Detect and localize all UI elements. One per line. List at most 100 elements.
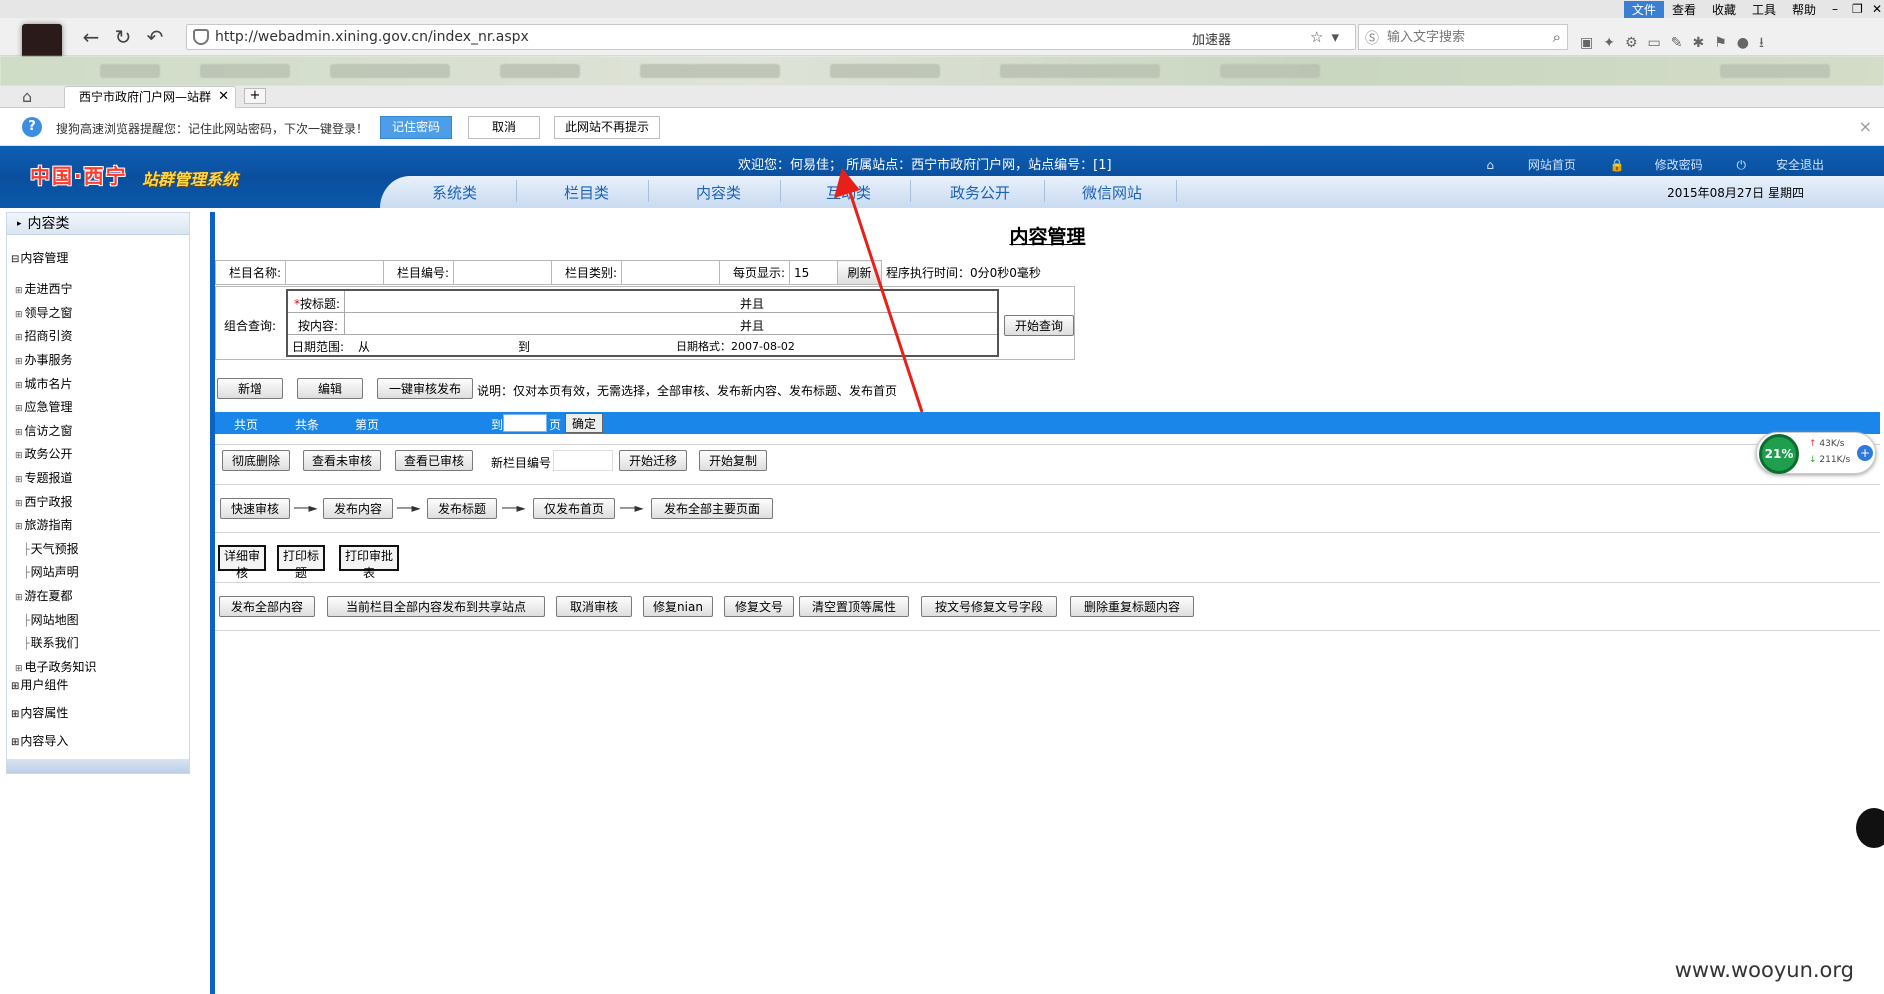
sidebar-group-user-components[interactable]: 用户组件 [11,676,68,693]
menu-column[interactable]: 栏目类 [564,182,609,203]
menu-content[interactable]: 内容类 [696,182,741,203]
remember-password-button[interactable]: 记住密码 [380,116,452,139]
menu-wechat[interactable]: 微信网站 [1082,182,1142,203]
sidebar-title[interactable]: 内容类 [7,213,189,235]
new-col-id-input[interactable] [553,450,613,471]
menu-favorites[interactable]: 收藏 [1704,1,1744,18]
bookmark-item[interactable] [100,64,160,78]
search-box[interactable]: Ⓢ ⌕ [1358,24,1568,50]
search-engine-icon[interactable]: Ⓢ [1365,28,1379,48]
menu-system[interactable]: 系统类 [432,182,477,203]
add-button[interactable]: 新增 [217,378,283,399]
menu-tools[interactable]: 工具 [1744,1,1784,18]
refresh-button[interactable]: 刷新 [837,260,882,285]
sidebar-item[interactable]: 应急管理 [15,398,73,415]
date-to-input[interactable] [534,337,654,353]
fix-doc-number-button[interactable]: 修复文号 [724,596,794,617]
start-move-button[interactable]: 开始迁移 [619,450,687,471]
search-icon[interactable]: ⌕ [1553,28,1561,46]
detailed-review-button[interactable]: 详细审核 [218,545,266,580]
close-prompt-icon[interactable]: × [1859,117,1872,136]
bookmark-item[interactable] [830,64,940,78]
by-content-input[interactable] [344,313,997,334]
bookmark-item[interactable] [1000,64,1160,78]
clear-pin-attrs-button[interactable]: 清空置顶等属性 [799,596,909,617]
address-bar[interactable]: http://webadmin.xining.gov.cn/index_nr.a… [186,24,1356,50]
fix-nian-button[interactable]: 修复nian [643,596,713,617]
goto-page-input[interactable] [503,414,547,432]
by-title-input[interactable] [344,291,997,312]
reload-icon[interactable]: ↻ [112,26,134,48]
sidebar-item[interactable]: 旅游指南 [15,516,73,533]
publish-titles-button[interactable]: 发布标题 [427,498,497,519]
edit-button[interactable]: 编辑 [297,378,363,399]
fix-doc-field-button[interactable]: 按文号修复文号字段 [921,596,1057,617]
back-icon[interactable]: ← [80,26,102,48]
logout-link[interactable]: ⏻ 安全退出 [1736,158,1824,172]
menu-file[interactable]: 文件 [1623,0,1664,18]
bookmark-item[interactable] [640,64,780,78]
accelerator-label[interactable]: 加速器 [1192,29,1231,48]
bookmark-item[interactable] [200,64,290,78]
sidebar-item[interactable]: 信访之窗 [15,422,73,439]
print-approval-button[interactable]: 打印审批表 [339,545,399,580]
bookmark-item[interactable] [1220,64,1320,78]
undo-icon[interactable]: ↶ [144,26,166,48]
cancel-password-button[interactable]: 取消 [468,116,540,139]
menu-interaction[interactable]: 互动类 [826,182,871,203]
menu-gov-affairs[interactable]: 政务公开 [950,182,1010,203]
one-click-review-button[interactable]: 一键审核发布 [377,378,473,399]
restore-icon[interactable]: ❐ [1844,2,1864,16]
view-reviewed-button[interactable]: 查看已审核 [395,450,473,471]
sidebar-item[interactable]: 招商引资 [15,327,73,344]
col-type-input[interactable] [621,260,720,285]
floating-badge-icon[interactable] [1856,808,1884,848]
delete-duplicates-button[interactable]: 删除重复标题内容 [1070,596,1194,617]
close-window-icon[interactable]: ✕ [1864,2,1884,16]
sidebar-group-content-attributes[interactable]: 内容属性 [11,704,68,721]
tab-active[interactable]: 西宁市政府门户网—站群 ✕ [64,86,236,108]
bookmark-item[interactable] [330,64,450,78]
date-from-input[interactable] [370,337,520,353]
col-name-input[interactable] [285,260,384,285]
site-home-link[interactable]: ⌂ 网站首页 [1486,158,1575,172]
cancel-review-button[interactable]: 取消审核 [556,596,632,617]
sidebar-item[interactable]: 游在夏都 [15,587,73,604]
never-prompt-button[interactable]: 此网站不再提示 [554,116,660,139]
sidebar-item[interactable]: 专题报道 [15,469,73,486]
minimize-icon[interactable]: – [1824,2,1844,16]
new-tab-button[interactable]: + [244,88,266,104]
bookmark-item[interactable] [500,64,580,78]
sidebar-item[interactable]: 网站声明 [23,563,79,580]
per-page-input[interactable]: 15 [789,260,838,285]
star-icon[interactable]: ☆▾ [1310,28,1347,46]
menu-view[interactable]: 查看 [1664,1,1704,18]
sidebar-item[interactable]: 城市名片 [15,375,73,392]
address-url[interactable]: http://webadmin.xining.gov.cn/index_nr.a… [215,29,529,45]
start-copy-button[interactable]: 开始复制 [699,450,767,471]
tab-close-icon[interactable]: ✕ [218,87,229,107]
quick-review-button[interactable]: 快速审核 [220,498,290,519]
print-titles-button[interactable]: 打印标题 [277,545,325,580]
delete-permanently-button[interactable]: 彻底删除 [222,450,290,471]
publish-all-button[interactable]: 发布全部内容 [219,596,315,617]
menu-help[interactable]: 帮助 [1784,1,1824,18]
publish-content-button[interactable]: 发布内容 [323,498,393,519]
sidebar-item[interactable]: 办事服务 [15,351,73,368]
col-id-input[interactable] [453,260,552,285]
publish-to-shared-button[interactable]: 当前栏目全部内容发布到共享站点 [327,596,545,617]
sidebar-item[interactable]: 网站地图 [23,611,79,628]
publish-main-pages-button[interactable]: 发布全部主要页面 [651,498,773,519]
search-input[interactable] [1387,28,1537,46]
plus-icon[interactable]: + [1857,445,1873,461]
sidebar-item[interactable]: 天气预报 [23,540,79,557]
change-password-link[interactable]: 🔒 修改密码 [1610,158,1703,172]
sidebar-item[interactable]: 电子政务知识 [15,658,97,675]
start-query-button[interactable]: 开始查询 [1004,315,1074,336]
bookmark-item[interactable] [1720,64,1830,78]
sidebar-item[interactable]: 走进西宁 [15,280,73,297]
extension-icons[interactable]: ▣✦⚙▭✎✱⚑●⭳ [1580,32,1774,56]
sidebar-group-content-mgmt[interactable]: 内容管理 [11,249,68,266]
sidebar-item[interactable]: 领导之窗 [15,304,73,321]
sidebar-group-content-import[interactable]: 内容导入 [11,732,68,749]
